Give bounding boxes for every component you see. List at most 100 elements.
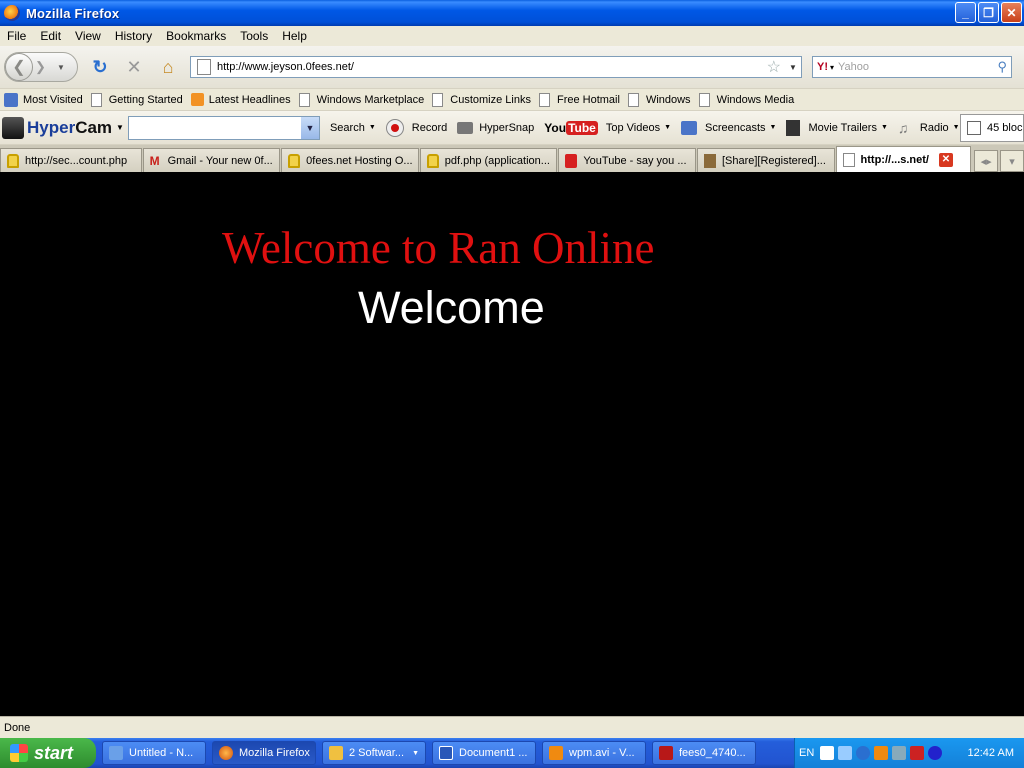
- software-icon: [329, 746, 343, 760]
- task-label: 2 Softwar...: [349, 747, 405, 759]
- bookmark-windows-media[interactable]: Windows Media: [698, 92, 794, 107]
- acrobat-icon[interactable]: [910, 746, 925, 760]
- status-bar: Done: [0, 716, 1024, 738]
- hc-radio-button[interactable]: ♫ Radio ▼: [898, 121, 960, 135]
- search-input[interactable]: Yahoo: [838, 61, 997, 73]
- reload-icon: ↻: [92, 56, 108, 77]
- page-icon: [538, 92, 550, 107]
- list-all-tabs-button[interactable]: ▾: [1000, 150, 1024, 172]
- hc-movie-trailers-label: Movie Trailers: [808, 121, 877, 134]
- minimize-button[interactable]: _: [955, 2, 976, 23]
- bookmark-label: Windows: [645, 93, 691, 106]
- tab-secure-account[interactable]: http://sec...count.php: [0, 148, 142, 172]
- stop-button[interactable]: ✕: [122, 55, 146, 79]
- youtube-logo-icon: You Tube: [544, 120, 598, 135]
- hc-hypersnap-button[interactable]: HyperSnap: [457, 121, 534, 134]
- back-circle-icon[interactable]: [856, 746, 871, 760]
- task-firefox[interactable]: Mozilla Firefox: [212, 741, 316, 765]
- menu-file[interactable]: File: [0, 29, 33, 43]
- lock-icon: [7, 153, 19, 168]
- close-window-button[interactable]: ✕: [1001, 2, 1022, 23]
- start-label: start: [34, 742, 74, 763]
- scroll-tabs-button[interactable]: ◂▸: [974, 150, 999, 172]
- page-subheading: Welcome: [358, 282, 545, 333]
- tab-label: pdf.php (application...: [444, 154, 550, 167]
- hc-top-videos-button[interactable]: You Tube Top Videos ▼: [544, 120, 672, 135]
- bookmark-label: Getting Started: [108, 93, 183, 106]
- restore-button[interactable]: ❐: [978, 2, 999, 23]
- popups-blocked-button[interactable]: 45 bloc: [960, 114, 1024, 142]
- language-indicator[interactable]: EN: [799, 747, 814, 759]
- task-software-group[interactable]: 2 Softwar... ▼: [322, 741, 426, 765]
- start-button[interactable]: start: [0, 738, 96, 768]
- network-icon[interactable]: [838, 746, 853, 760]
- tv-icon: [681, 120, 698, 135]
- url-dropdown-button[interactable]: ▼: [785, 63, 801, 72]
- forward-button[interactable]: ❯: [35, 59, 55, 75]
- tab-strip: http://sec...count.php M Gmail - Your ne…: [0, 144, 1024, 172]
- menu-view[interactable]: View: [68, 29, 108, 43]
- window-titlebar[interactable]: Mozilla Firefox _ ❐ ✕: [0, 0, 1024, 26]
- display-icon[interactable]: [892, 746, 907, 760]
- url-text[interactable]: http://www.jeyson.0fees.net/: [217, 61, 767, 73]
- bookmark-most-visited[interactable]: Most Visited: [4, 92, 83, 107]
- back-arrow-icon: ❮: [12, 59, 26, 76]
- circle-app-icon[interactable]: [928, 746, 943, 760]
- task-word-document[interactable]: Document1 ...: [432, 741, 536, 765]
- windows-taskbar: start Untitled - N... Mozilla Firefox 2 …: [0, 738, 1024, 768]
- tab-gmail[interactable]: M Gmail - Your new 0f...: [142, 148, 281, 172]
- bookmark-windows-marketplace[interactable]: Windows Marketplace: [298, 92, 424, 107]
- tab-youtube[interactable]: YouTube - say you ...: [558, 148, 696, 172]
- hc-search-button[interactable]: Search ▼: [330, 122, 376, 134]
- menu-tools[interactable]: Tools: [233, 29, 275, 43]
- back-button[interactable]: ❮: [5, 53, 33, 81]
- navigation-toolbar: ❮ ❯ ▼ ↻ ✕ ⌂ http://www.jeyson.0fees.net/…: [0, 46, 1024, 88]
- chevron-down-icon: ▼: [368, 124, 376, 131]
- home-icon: ⌂: [162, 56, 174, 77]
- hypercam-menu-dropdown[interactable]: ▼: [116, 123, 124, 132]
- hc-record-button[interactable]: Record: [385, 118, 447, 137]
- youtube-logo-tube: Tube: [566, 120, 598, 135]
- tab-share-registered[interactable]: [Share][Registered]...: [696, 148, 835, 172]
- vlc-tray-icon[interactable]: [874, 746, 889, 760]
- bookmark-label: Customize Links: [450, 93, 531, 106]
- combo-dropdown-arrow[interactable]: ▼: [300, 116, 319, 139]
- search-magnifier-icon[interactable]: ⚲: [997, 59, 1007, 75]
- task-vlc[interactable]: wpm.avi - V...: [542, 741, 646, 765]
- menu-edit[interactable]: Edit: [33, 29, 68, 43]
- stop-icon: ✕: [126, 56, 142, 77]
- menu-bar: File Edit View History Bookmarks Tools H…: [0, 26, 1024, 46]
- yahoo-engine-icon[interactable]: Y!: [817, 61, 828, 73]
- search-bar[interactable]: Y! ▾ Yahoo ⚲: [812, 56, 1012, 78]
- tab-pdf-php[interactable]: pdf.php (application...: [419, 148, 558, 172]
- bookmark-free-hotmail[interactable]: Free Hotmail: [538, 92, 620, 107]
- reload-button[interactable]: ↻: [88, 55, 112, 79]
- bookmark-windows[interactable]: Windows: [627, 92, 691, 107]
- bookmark-getting-started[interactable]: Getting Started: [90, 92, 183, 107]
- record-icon: [385, 118, 404, 137]
- home-button[interactable]: ⌂: [156, 55, 180, 79]
- menu-history[interactable]: History: [108, 29, 159, 43]
- task-filezilla[interactable]: fees0_4740...: [652, 741, 756, 765]
- bookmark-customize-links[interactable]: Customize Links: [432, 92, 531, 107]
- menu-help[interactable]: Help: [275, 29, 314, 43]
- tab-0fees-hosting[interactable]: 0fees.net Hosting O...: [281, 148, 419, 172]
- url-bar[interactable]: http://www.jeyson.0fees.net/ ☆ ▼: [190, 56, 802, 78]
- help-icon[interactable]: [820, 746, 835, 760]
- hc-screencasts-button[interactable]: Screencasts ▼: [681, 120, 776, 135]
- task-notepad[interactable]: Untitled - N...: [102, 741, 206, 765]
- hypercam-logo[interactable]: Hyper Cam: [2, 116, 112, 139]
- bookmark-star-icon[interactable]: ☆: [767, 57, 781, 77]
- tab-label: YouTube - say you ...: [583, 154, 687, 167]
- tab-active-jeyson[interactable]: http://...s.net/ ✕: [835, 146, 972, 172]
- hc-movie-trailers-button[interactable]: Movie Trailers ▼: [786, 119, 888, 136]
- chevron-down-icon: ▼: [664, 124, 672, 131]
- close-tab-button[interactable]: ✕: [939, 152, 953, 167]
- history-dropdown-button[interactable]: ▼: [57, 63, 65, 72]
- search-engine-dropdown[interactable]: ▾: [830, 63, 834, 72]
- lock-icon: [288, 153, 301, 168]
- task-label: fees0_4740...: [679, 747, 746, 759]
- menu-bookmarks[interactable]: Bookmarks: [159, 29, 233, 43]
- bookmark-latest-headlines[interactable]: Latest Headlines: [190, 93, 291, 106]
- hypercam-search-combo[interactable]: ▼: [127, 115, 320, 140]
